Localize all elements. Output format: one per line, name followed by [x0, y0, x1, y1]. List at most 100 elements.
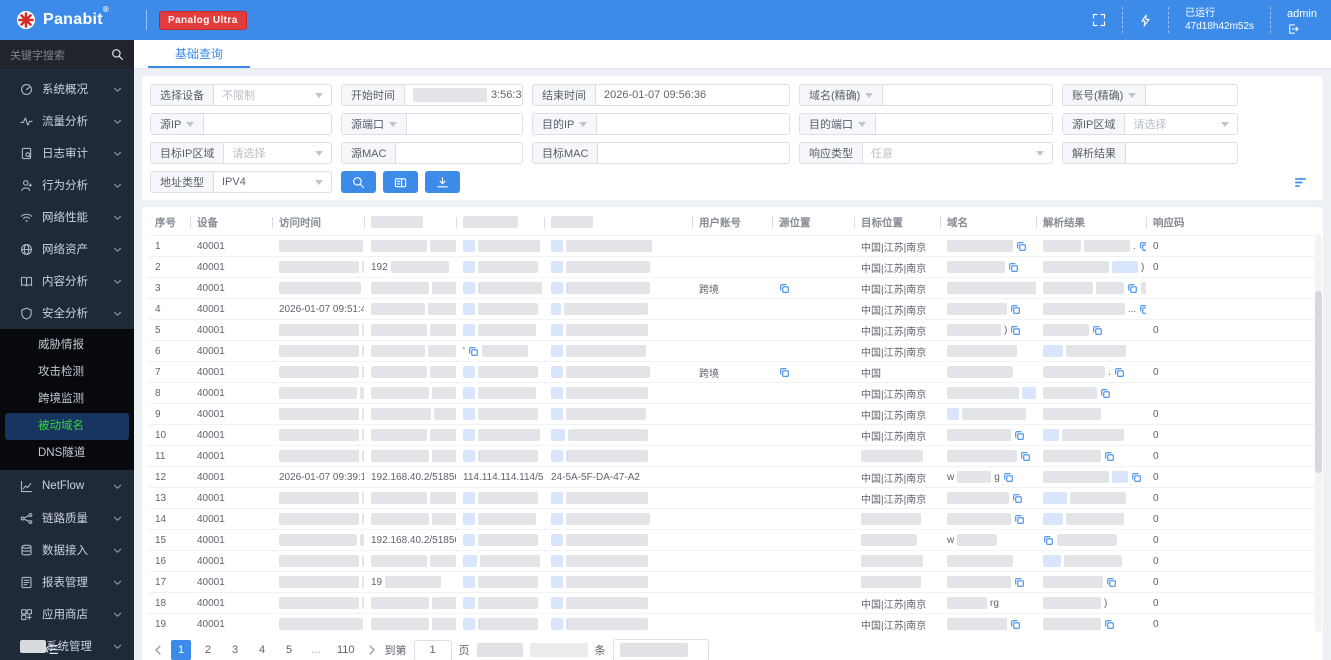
copy-icon[interactable]: [779, 283, 790, 294]
sort-icon[interactable]: [1294, 176, 1307, 189]
table-row[interactable]: 940001中国|江苏|南京0: [148, 403, 1315, 424]
col-header-code[interactable]: 响应码: [1146, 209, 1296, 235]
copy-icon[interactable]: [1131, 472, 1142, 483]
col-header-dst[interactable]: 目标位置: [854, 209, 940, 235]
copy-icon[interactable]: [1020, 451, 1031, 462]
table-row[interactable]: 12400012026-01-07 09:39:13192.168.40.2/5…: [148, 466, 1315, 487]
copy-icon[interactable]: [1139, 304, 1146, 315]
copy-icon[interactable]: [1014, 514, 1025, 525]
sidebar-subitem-cross-border[interactable]: 跨境监测: [0, 386, 134, 413]
filter-field-dst-ip-area[interactable]: 目标IP区域请选择: [150, 142, 332, 164]
filter-value-device[interactable]: 不限制: [214, 85, 331, 105]
copy-icon[interactable]: [1010, 619, 1021, 630]
filter-value-src-ip[interactable]: [204, 114, 331, 134]
filter-field-dst-mac[interactable]: 目标MAC: [532, 142, 790, 164]
copy-icon[interactable]: [1104, 619, 1115, 630]
filter-value-dst-port[interactable]: [876, 114, 1052, 134]
table-row[interactable]: 11400010: [148, 445, 1315, 466]
sidebar-subitem-attack-detect[interactable]: 攻击检测: [0, 359, 134, 386]
sidebar-item-link-quality[interactable]: 链路质量: [0, 502, 134, 534]
copy-icon[interactable]: [1104, 451, 1115, 462]
table-scrollbar[interactable]: [1315, 235, 1322, 632]
filter-field-account-exact[interactable]: 账号(精确): [1062, 84, 1238, 106]
sidebar-item-behavior-analysis[interactable]: 行为分析: [0, 169, 134, 201]
copy-icon[interactable]: [1010, 325, 1021, 336]
col-header-src[interactable]: 源位置: [772, 209, 854, 235]
col-header-sip[interactable]: [364, 209, 456, 235]
filter-value-dst-ip-area[interactable]: 请选择: [224, 143, 331, 163]
filter-field-src-mac[interactable]: 源MAC: [341, 142, 523, 164]
filter-field-src-ip[interactable]: 源IP: [150, 113, 332, 135]
filter-field-dst-port[interactable]: 目的端口: [799, 113, 1053, 135]
bolt-icon[interactable]: [1139, 14, 1152, 27]
page-3[interactable]: 3: [225, 640, 245, 660]
filter-value-dst-mac[interactable]: [598, 143, 789, 163]
filter-value-domain-exact[interactable]: [883, 85, 1052, 105]
sidebar-item-netflow[interactable]: NetFlow: [0, 470, 134, 502]
filter-value-dst-ip[interactable]: [597, 114, 789, 134]
copy-icon[interactable]: [1127, 283, 1138, 294]
table-row[interactable]: 840001中国|江苏|南京: [148, 382, 1315, 403]
copy-icon[interactable]: [468, 346, 479, 357]
logout-icon[interactable]: [1287, 23, 1299, 35]
filter-value-account-exact[interactable]: [1146, 85, 1237, 105]
page-1[interactable]: 1: [171, 640, 191, 660]
col-header-dom[interactable]: 域名: [940, 209, 1036, 235]
goto-page-input[interactable]: [414, 640, 452, 660]
table-row[interactable]: 1340001中国|江苏|南京0: [148, 487, 1315, 508]
table-row[interactable]: 240001192中国|江苏|南京)0: [148, 256, 1315, 277]
download-button[interactable]: [425, 171, 460, 193]
copy-icon[interactable]: [1008, 262, 1019, 273]
col-header-seq[interactable]: 序号: [148, 209, 190, 235]
table-row[interactable]: 740001跨境中国.0: [148, 361, 1315, 382]
sidebar-subitem-passive-domain[interactable]: 被动域名: [5, 413, 129, 440]
copy-icon[interactable]: [1139, 241, 1146, 252]
table-row[interactable]: 4400012026-01-07 09:51:45中国|江苏|南京...: [148, 298, 1315, 319]
copy-icon[interactable]: [1003, 472, 1014, 483]
filter-value-src-mac[interactable]: [396, 143, 522, 163]
sidebar-item-network-performance[interactable]: 网络性能: [0, 201, 134, 233]
table-row[interactable]: 540001中国|江苏|南京)0: [148, 319, 1315, 340]
next-page-icon[interactable]: [366, 645, 378, 655]
filter-field-start-time[interactable]: 开始时间3:56:36: [341, 84, 523, 106]
copy-icon[interactable]: [1092, 325, 1103, 336]
col-header-dip[interactable]: [456, 209, 544, 235]
col-header-time[interactable]: 访问时间: [272, 209, 364, 235]
table-row[interactable]: 640001'中国|江苏|南京: [148, 340, 1315, 361]
sidebar-item-report-manage[interactable]: 报表管理: [0, 566, 134, 598]
page-4[interactable]: 4: [252, 640, 272, 660]
table-row[interactable]: 140001中国|江苏|南京.0: [148, 235, 1315, 256]
copy-icon[interactable]: [1114, 367, 1125, 378]
search-button[interactable]: [341, 171, 376, 193]
filter-value-src-port[interactable]: [407, 114, 522, 134]
filter-value-resp-type[interactable]: 任意: [863, 143, 1052, 163]
filter-field-device[interactable]: 选择设备不限制: [150, 84, 332, 106]
sidebar-item-log-audit[interactable]: 日志审计: [0, 137, 134, 169]
fullscreen-icon[interactable]: [1092, 13, 1106, 27]
filter-field-end-time[interactable]: 结束时间2026-01-07 09:56:36: [532, 84, 790, 106]
table-row[interactable]: 16400010: [148, 550, 1315, 571]
sidebar-item-security-analysis[interactable]: 安全分析: [0, 297, 134, 329]
table-row[interactable]: 1840001中国|江苏|南京rg)0: [148, 592, 1315, 613]
tab-basic-query[interactable]: 基础查询: [148, 40, 250, 68]
sidebar-item-app-store[interactable]: 应用商店: [0, 598, 134, 630]
sidebar-item-traffic-analysis[interactable]: 流量分析: [0, 105, 134, 137]
copy-icon[interactable]: [1043, 535, 1054, 546]
filter-field-src-port[interactable]: 源端口: [341, 113, 523, 135]
sidebar-subitem-threat-intel[interactable]: 威胁情报: [0, 332, 134, 359]
table-row[interactable]: 14400010: [148, 508, 1315, 529]
copy-icon[interactable]: [1100, 388, 1111, 399]
filter-field-resolve-result[interactable]: 解析结果: [1062, 142, 1238, 164]
copy-icon[interactable]: [1016, 241, 1027, 252]
sidebar-item-system-overview[interactable]: 系统概况: [0, 73, 134, 105]
page-110[interactable]: 110: [333, 640, 359, 660]
table-row[interactable]: 1740001190: [148, 571, 1315, 592]
sidebar-search[interactable]: 关键字搜索: [0, 40, 134, 69]
copy-icon[interactable]: [1014, 577, 1025, 588]
sidebar-item-content-analysis[interactable]: 内容分析: [0, 265, 134, 297]
table-row[interactable]: 1940001中国|江苏|南京0: [148, 613, 1315, 634]
filter-value-resolve-result[interactable]: [1126, 143, 1237, 163]
sidebar-item-network-assets[interactable]: 网络资产: [0, 233, 134, 265]
prev-page-icon[interactable]: [152, 645, 164, 655]
page-2[interactable]: 2: [198, 640, 218, 660]
